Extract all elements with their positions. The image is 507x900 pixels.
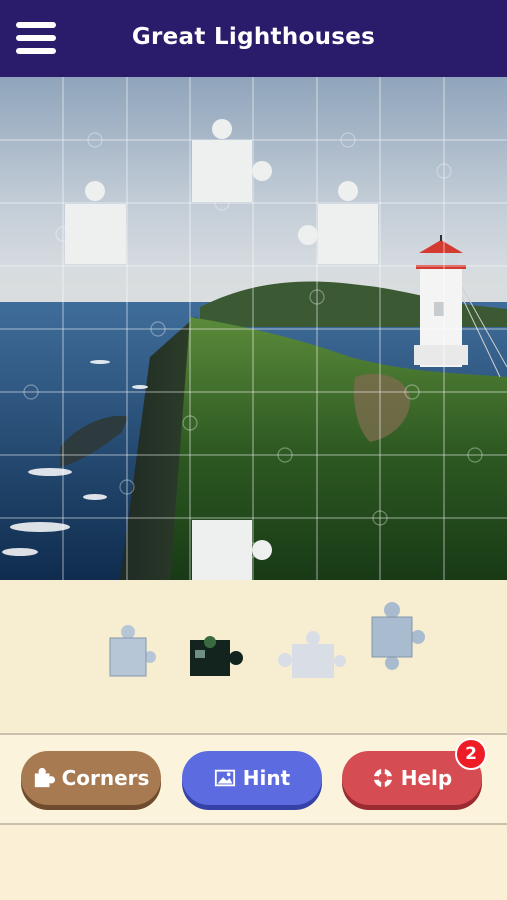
- tray-piece[interactable]: [278, 631, 346, 678]
- hint-label: Hint: [242, 766, 291, 790]
- page-title: Great Lighthouses: [131, 24, 376, 50]
- hint-button[interactable]: Hint: [182, 751, 322, 805]
- tray-piece[interactable]: [190, 636, 243, 676]
- action-bar: Corners Hint Help: [0, 733, 507, 825]
- lifebuoy-icon: [372, 767, 393, 789]
- help-count-badge: 2: [455, 738, 487, 770]
- piece-tray: [0, 580, 507, 732]
- puzzle-board[interactable]: [0, 77, 507, 580]
- app-header: Great Lighthouses: [0, 0, 507, 77]
- tray-piece[interactable]: [109, 625, 156, 677]
- corners-label: Corners: [61, 766, 150, 790]
- help-label: Help: [400, 766, 453, 790]
- puzzle-image: [0, 77, 507, 580]
- corners-piece-icon: [34, 767, 55, 788]
- corners-button[interactable]: Corners: [21, 751, 161, 805]
- tray-piece[interactable]: [371, 602, 425, 670]
- picture-icon: [214, 769, 235, 787]
